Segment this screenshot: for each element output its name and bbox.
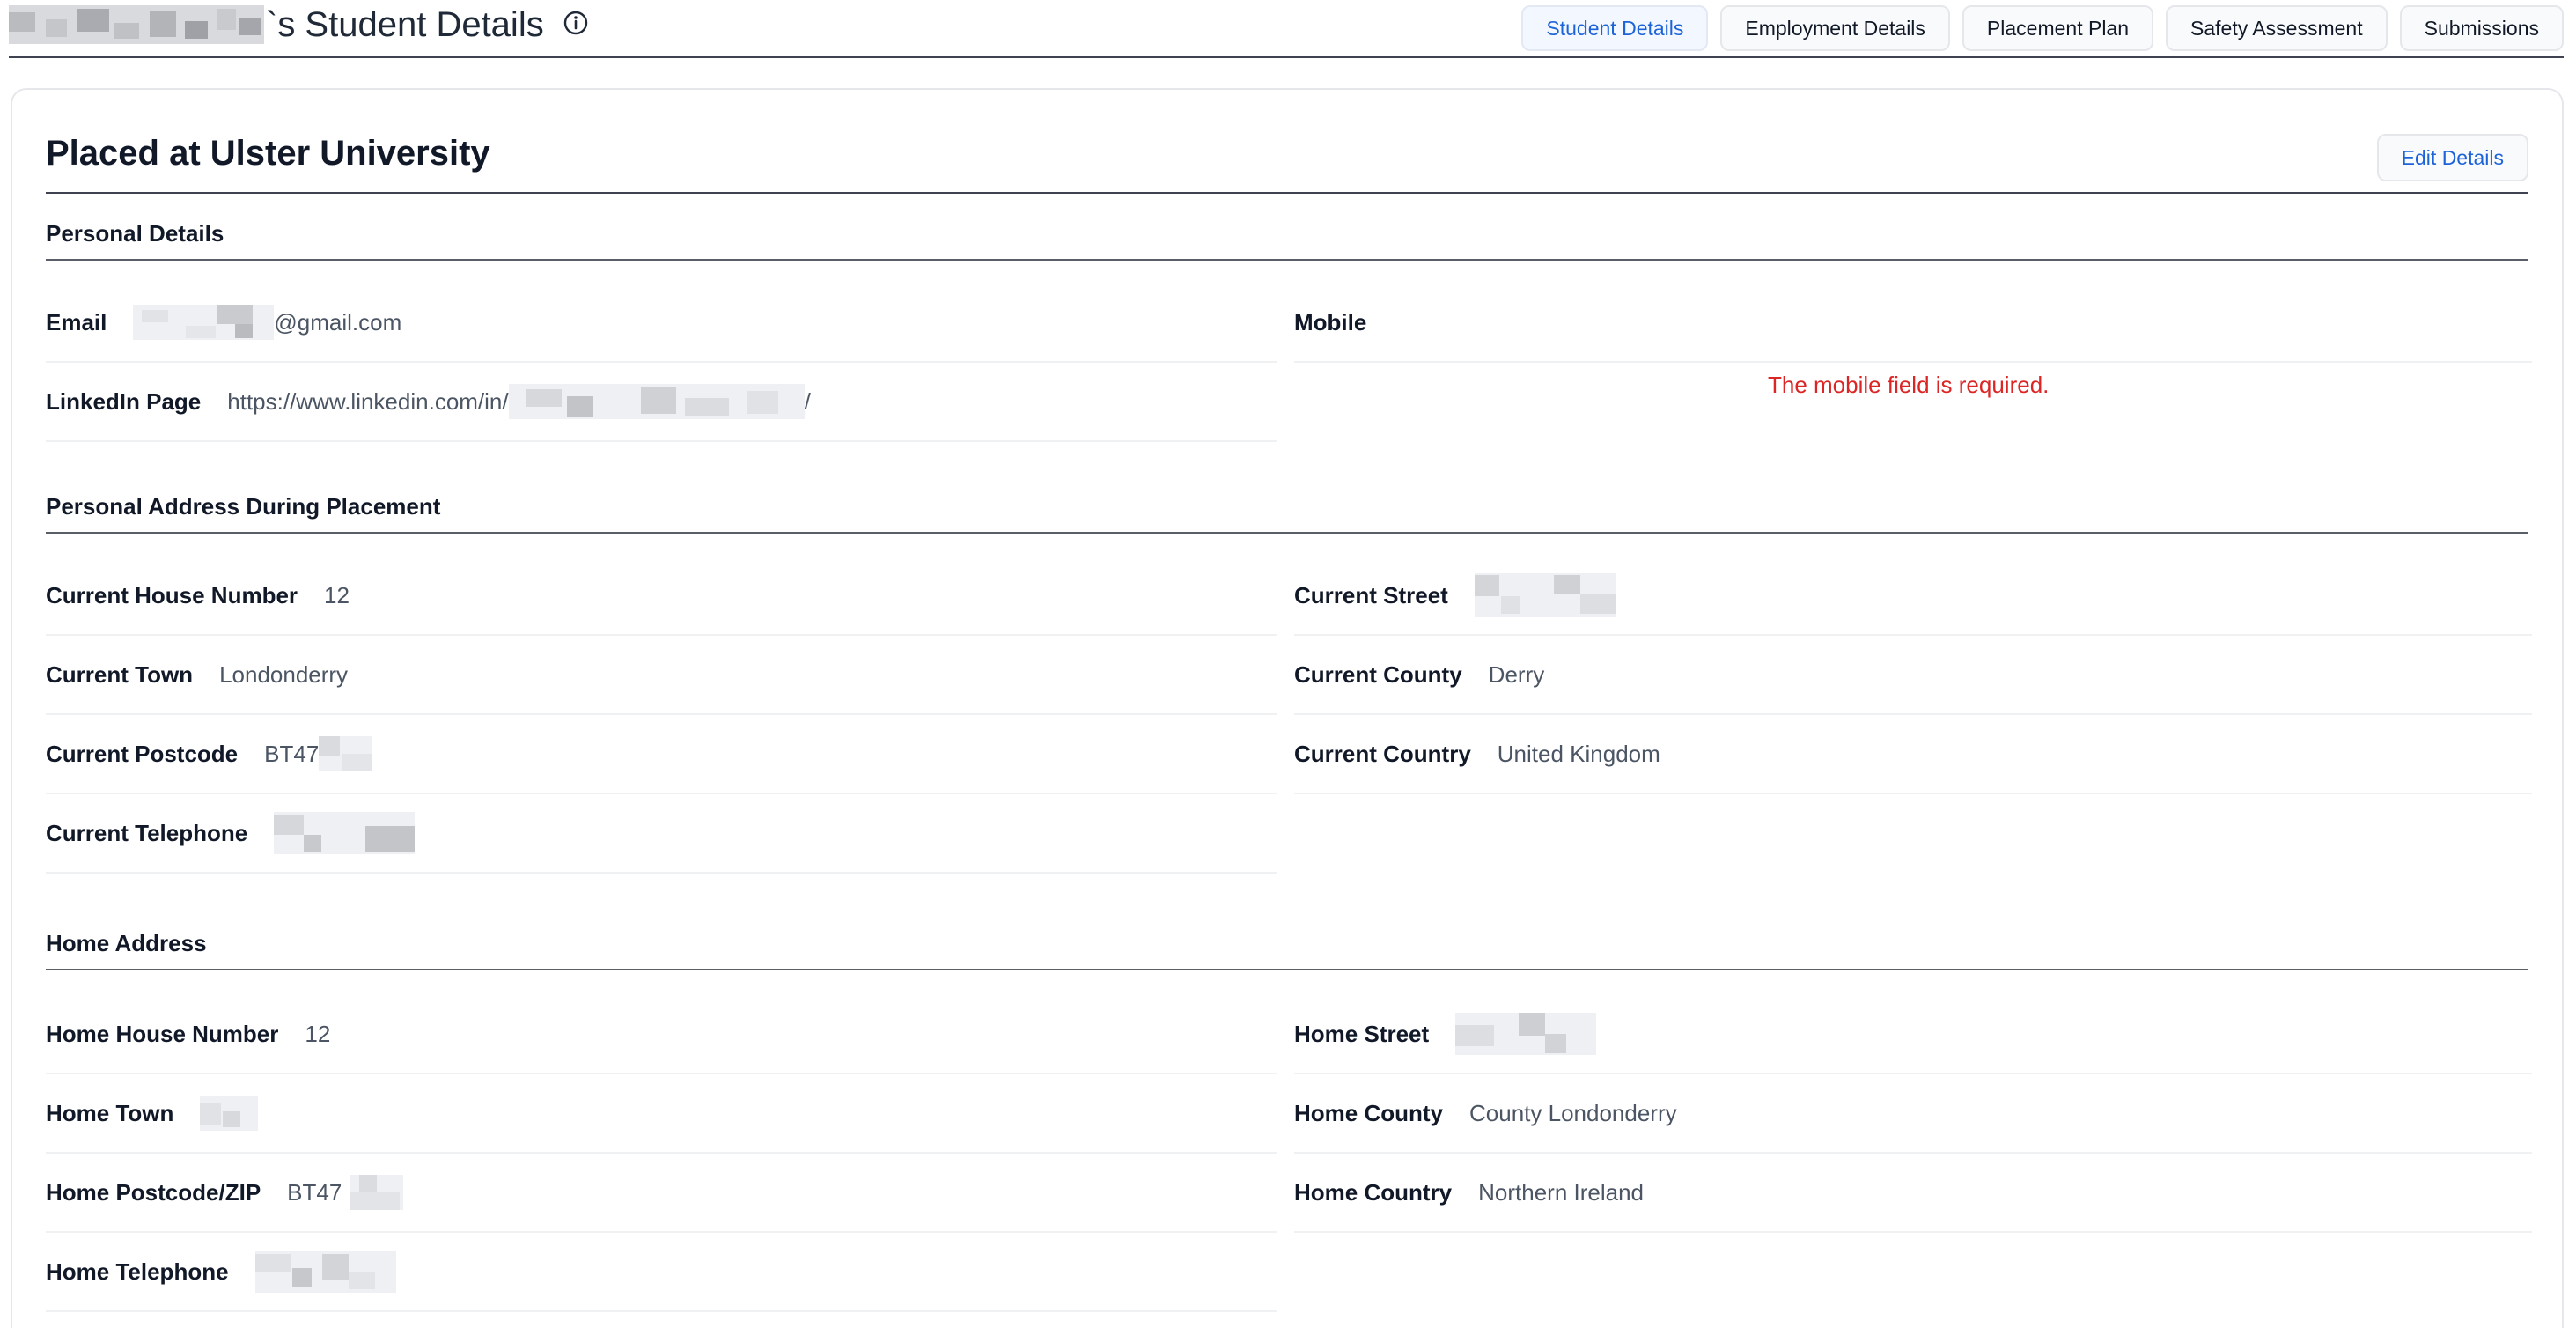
current-county-value: Derry: [1488, 660, 1545, 688]
current-country-label: Current Country: [1294, 740, 1471, 767]
linkedin-label: LinkedIn Page: [46, 387, 202, 415]
email-value: @gmail.com: [133, 305, 401, 340]
redacted-home-telephone: [254, 1251, 396, 1293]
redacted-current-street: [1474, 573, 1616, 617]
page-header: `s Student Details Student Details Emplo…: [9, 0, 2564, 58]
home-county-label: Home County: [1294, 1099, 1443, 1126]
current-street-label: Current Street: [1294, 581, 1448, 609]
home-house-number-value: 12: [305, 1020, 331, 1047]
linkedin-url-suffix: /: [804, 387, 811, 415]
tab-bar: Student Details Employment Details Place…: [1521, 5, 2564, 51]
student-details-card: Placed at Ulster University Edit Details…: [11, 88, 2564, 1328]
section-home-address: Home Address: [46, 930, 2528, 970]
current-telephone-field: Current Telephone: [46, 794, 1277, 874]
redacted-linkedin-handle: [508, 384, 805, 419]
page-title: `s Student Details: [9, 4, 544, 46]
linkedin-field: LinkedIn Page https://www.linkedin.com/i…: [46, 363, 1277, 442]
email-label: Email: [46, 308, 107, 336]
home-telephone-field: Home Telephone: [46, 1233, 1277, 1312]
home-street-label: Home Street: [1294, 1020, 1430, 1047]
redacted-home-postcode: [350, 1175, 404, 1210]
home-country-value: Northern Ireland: [1478, 1178, 1645, 1206]
home-country-field: Home Country Northern Ireland: [1294, 1154, 2532, 1233]
email-domain: @gmail.com: [274, 308, 402, 336]
tab-safety-assessment[interactable]: Safety Assessment: [2166, 5, 2388, 51]
tab-student-details[interactable]: Student Details: [1521, 5, 1709, 51]
home-county-field: Home County County Londonderry: [1294, 1074, 2532, 1154]
home-house-number-label: Home House Number: [46, 1020, 279, 1047]
mobile-error-message: The mobile field is required.: [1768, 372, 2050, 398]
tab-placement-plan[interactable]: Placement Plan: [1961, 5, 2154, 51]
current-town-label: Current Town: [46, 660, 194, 688]
current-country-value: United Kingdom: [1497, 740, 1660, 767]
linkedin-url-prefix: https://www.linkedin.com/in/: [227, 387, 509, 415]
home-postcode-label: Home Postcode/ZIP: [46, 1178, 261, 1206]
home-town-field: Home Town: [46, 1074, 1277, 1154]
current-street-field: Current Street: [1294, 557, 2532, 636]
current-postcode-prefix: BT47: [264, 740, 320, 767]
current-house-number-value: 12: [324, 581, 350, 609]
linkedin-value[interactable]: https://www.linkedin.com/in/ /: [227, 384, 811, 419]
current-postcode-value: BT47: [264, 736, 372, 771]
current-town-field: Current Town Londonderry: [46, 636, 1277, 715]
current-telephone-label: Current Telephone: [46, 819, 248, 846]
card-title: Placed at Ulster University: [46, 134, 490, 173]
redacted-home-street: [1455, 1013, 1597, 1055]
page-title-text: `s Student Details: [266, 4, 544, 44]
redacted-current-postcode: [319, 736, 372, 771]
home-country-label: Home Country: [1294, 1178, 1453, 1206]
email-field: Email @gmail.com: [46, 284, 1277, 363]
current-country-field: Current Country United Kingdom: [1294, 715, 2532, 794]
redacted-home-town: [200, 1096, 259, 1131]
home-county-value: County Londonderry: [1469, 1099, 1677, 1126]
home-postcode-prefix: BT47: [287, 1178, 342, 1206]
mobile-field: Mobile: [1294, 284, 2532, 363]
redacted-current-telephone: [274, 812, 416, 854]
tab-submissions[interactable]: Submissions: [2399, 5, 2564, 51]
section-placement-address: Personal Address During Placement: [46, 493, 2528, 534]
tab-employment-details[interactable]: Employment Details: [1720, 5, 1950, 51]
current-postcode-field: Current Postcode BT47: [46, 715, 1277, 794]
current-house-number-label: Current House Number: [46, 581, 298, 609]
redacted-student-name: [9, 5, 264, 44]
section-personal-details: Personal Details: [46, 220, 2528, 261]
current-town-value: Londonderry: [219, 660, 349, 688]
home-postcode-field: Home Postcode/ZIP BT47: [46, 1154, 1277, 1233]
home-house-number-field: Home House Number 12: [46, 995, 1277, 1074]
home-telephone-label: Home Telephone: [46, 1258, 229, 1285]
divider: [46, 192, 2528, 194]
current-county-field: Current County Derry: [1294, 636, 2532, 715]
redacted-email-user: [133, 305, 275, 340]
info-circle-icon[interactable]: [562, 9, 590, 37]
home-street-field: Home Street: [1294, 995, 2532, 1074]
home-town-label: Home Town: [46, 1099, 174, 1126]
mobile-label: Mobile: [1294, 308, 1367, 336]
current-house-number-field: Current House Number 12: [46, 557, 1277, 636]
current-postcode-label: Current Postcode: [46, 740, 239, 767]
current-county-label: Current County: [1294, 660, 1462, 688]
home-postcode-value: BT47: [287, 1175, 404, 1210]
edit-details-button[interactable]: Edit Details: [2376, 134, 2528, 181]
